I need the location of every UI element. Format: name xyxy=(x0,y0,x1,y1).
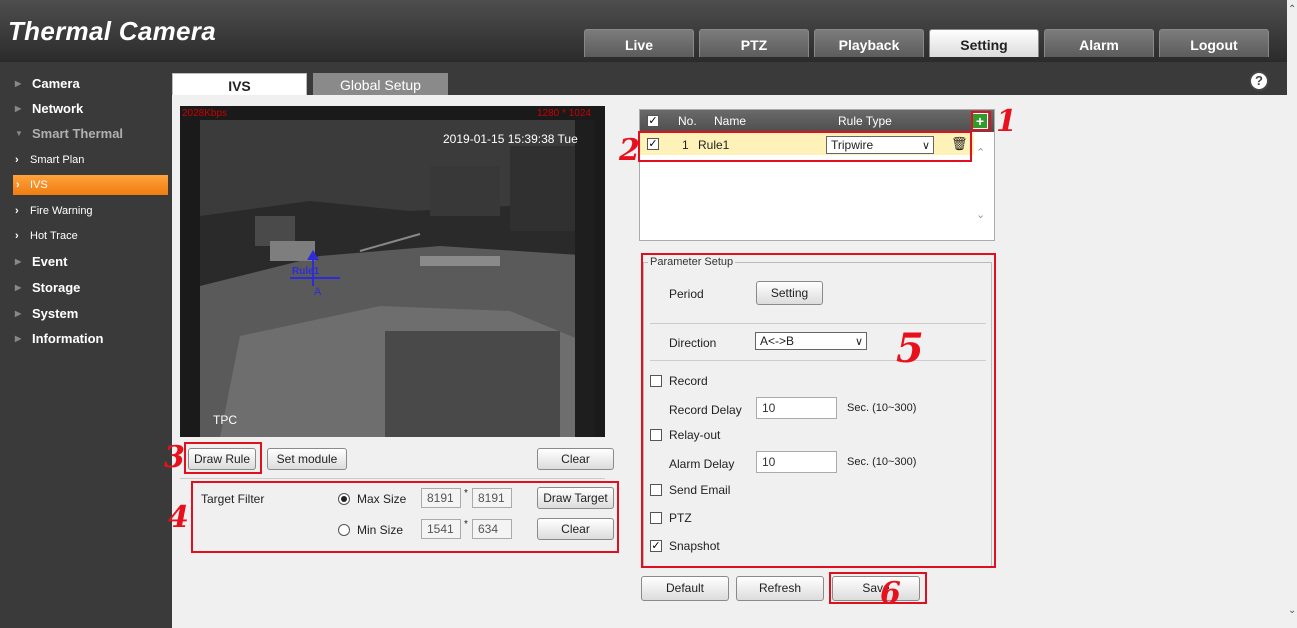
tab-playback[interactable]: Playback xyxy=(814,29,924,57)
sidebar-item-label: Hot Trace xyxy=(30,230,78,242)
refresh-button[interactable]: Refresh xyxy=(736,576,824,601)
annotation-number-3: 3 xyxy=(164,440,185,475)
chevron-right-icon: › xyxy=(15,205,19,217)
sidebar-item-label: Storage xyxy=(32,280,81,295)
sidebar-item-smart-thermal[interactable]: ▼ Smart Thermal xyxy=(0,124,172,144)
sidebar-item-fire-warning[interactable]: › Fire Warning xyxy=(0,201,172,221)
sidebar-item-smart-plan[interactable]: › Smart Plan xyxy=(0,150,172,170)
help-icon[interactable]: ? xyxy=(1249,71,1269,91)
column-no: No. xyxy=(678,114,697,128)
sidebar-item-label: Event xyxy=(32,254,68,269)
annotation-number-1: 1 xyxy=(996,104,1017,139)
page-scrollbar[interactable]: ⌃ ⌄ xyxy=(1287,0,1297,628)
annotation-box-4 xyxy=(191,481,619,553)
caret-right-icon: ▶ xyxy=(15,283,22,292)
chevron-right-icon: › xyxy=(15,154,19,166)
list-scroll-down-icon[interactable]: ⌄ xyxy=(976,208,985,221)
tab-ptz[interactable]: PTZ xyxy=(699,29,809,57)
caret-right-icon: ▶ xyxy=(15,334,22,343)
rule-line-label: Rule1 xyxy=(292,266,320,277)
caret-right-icon: ▶ xyxy=(15,104,22,113)
rules-table-header: ✓ No. Name Rule Type + xyxy=(640,110,994,132)
scroll-up-icon[interactable]: ⌃ xyxy=(1288,4,1296,15)
scroll-down-icon[interactable]: ⌄ xyxy=(1288,605,1296,616)
sidebar-item-camera[interactable]: ▶ Camera xyxy=(0,74,172,94)
sidebar-item-label: Network xyxy=(32,101,84,116)
annotation-box-5 xyxy=(641,253,996,568)
sidebar-item-label: Fire Warning xyxy=(30,205,93,217)
sidebar-item-storage[interactable]: ▶ Storage xyxy=(0,278,172,298)
resolution-label: 1280 * 1024 xyxy=(537,108,591,119)
video-preview[interactable]: 2028Kbps 1280 * 1024 2019-01-15 15:39:38… xyxy=(180,106,605,437)
annotation-number-4: 4 xyxy=(168,500,189,535)
timestamp-label: 2019-01-15 15:39:38 Tue xyxy=(443,132,578,146)
sidebar-item-label: Smart Plan xyxy=(30,154,85,166)
tab-setting[interactable]: Setting xyxy=(929,29,1039,57)
sidebar-item-system[interactable]: ▶ System xyxy=(0,304,172,324)
annotation-box-2 xyxy=(638,131,972,162)
column-rule-type: Rule Type xyxy=(838,114,892,128)
sidebar-item-information[interactable]: ▶ Information xyxy=(0,329,172,349)
list-scroll-up-icon[interactable]: ⌃ xyxy=(976,146,985,159)
sidebar-item-label: IVS xyxy=(30,179,48,191)
sidebar-item-ivs[interactable]: › IVS xyxy=(13,175,168,195)
annotation-box-6 xyxy=(829,572,927,604)
annotation-box-3 xyxy=(184,442,262,474)
annotation-number-2: 2 xyxy=(619,133,640,168)
caret-right-icon: ▶ xyxy=(15,257,22,266)
tab-alarm[interactable]: Alarm xyxy=(1044,29,1154,57)
tab-live[interactable]: Live xyxy=(584,29,694,57)
column-name: Name xyxy=(714,114,747,128)
sidebar-item-label: Smart Thermal xyxy=(32,126,124,141)
osd-label: TPC xyxy=(213,413,237,427)
caret-right-icon: ▶ xyxy=(15,309,22,318)
tab-logout[interactable]: Logout xyxy=(1159,29,1269,57)
sidebar-item-label: Information xyxy=(32,331,104,346)
default-button[interactable]: Default xyxy=(641,576,729,601)
sidebar-item-label: Camera xyxy=(32,76,80,91)
subtab-global-setup[interactable]: Global Setup xyxy=(313,73,448,97)
sidebar-item-label: System xyxy=(32,306,79,321)
set-module-button[interactable]: Set module xyxy=(267,448,347,470)
annotation-box-1 xyxy=(971,111,991,131)
app-title: Thermal Camera xyxy=(8,16,216,46)
sidebar-item-event[interactable]: ▶ Event xyxy=(0,252,172,272)
rules-table: ✓ No. Name Rule Type + ✓ 1 Rule1 Tripwir… xyxy=(639,109,995,241)
bitrate-label: 2028Kbps xyxy=(182,108,228,119)
annotation-number-5: 5 xyxy=(896,325,924,372)
select-all-checkbox[interactable]: ✓ xyxy=(647,115,659,127)
caret-right-icon: ▶ xyxy=(15,79,22,88)
clear-rule-button[interactable]: Clear xyxy=(537,448,614,470)
caret-down-icon: ▼ xyxy=(15,129,23,138)
chevron-right-icon: › xyxy=(16,179,20,191)
sidebar-item-network[interactable]: ▶ Network xyxy=(0,99,172,119)
point-a-label: A xyxy=(314,286,322,298)
thermal-scene-image xyxy=(180,106,605,437)
subtab-ivs[interactable]: IVS xyxy=(172,73,307,97)
divider xyxy=(180,478,605,479)
annotation-number-6: 6 xyxy=(880,576,901,611)
chevron-right-icon: › xyxy=(15,230,19,242)
sidebar-item-hot-trace[interactable]: › Hot Trace xyxy=(0,226,172,246)
sidebar: ▶ Camera ▶ Network ▼ Smart Thermal › Sma… xyxy=(0,62,172,628)
